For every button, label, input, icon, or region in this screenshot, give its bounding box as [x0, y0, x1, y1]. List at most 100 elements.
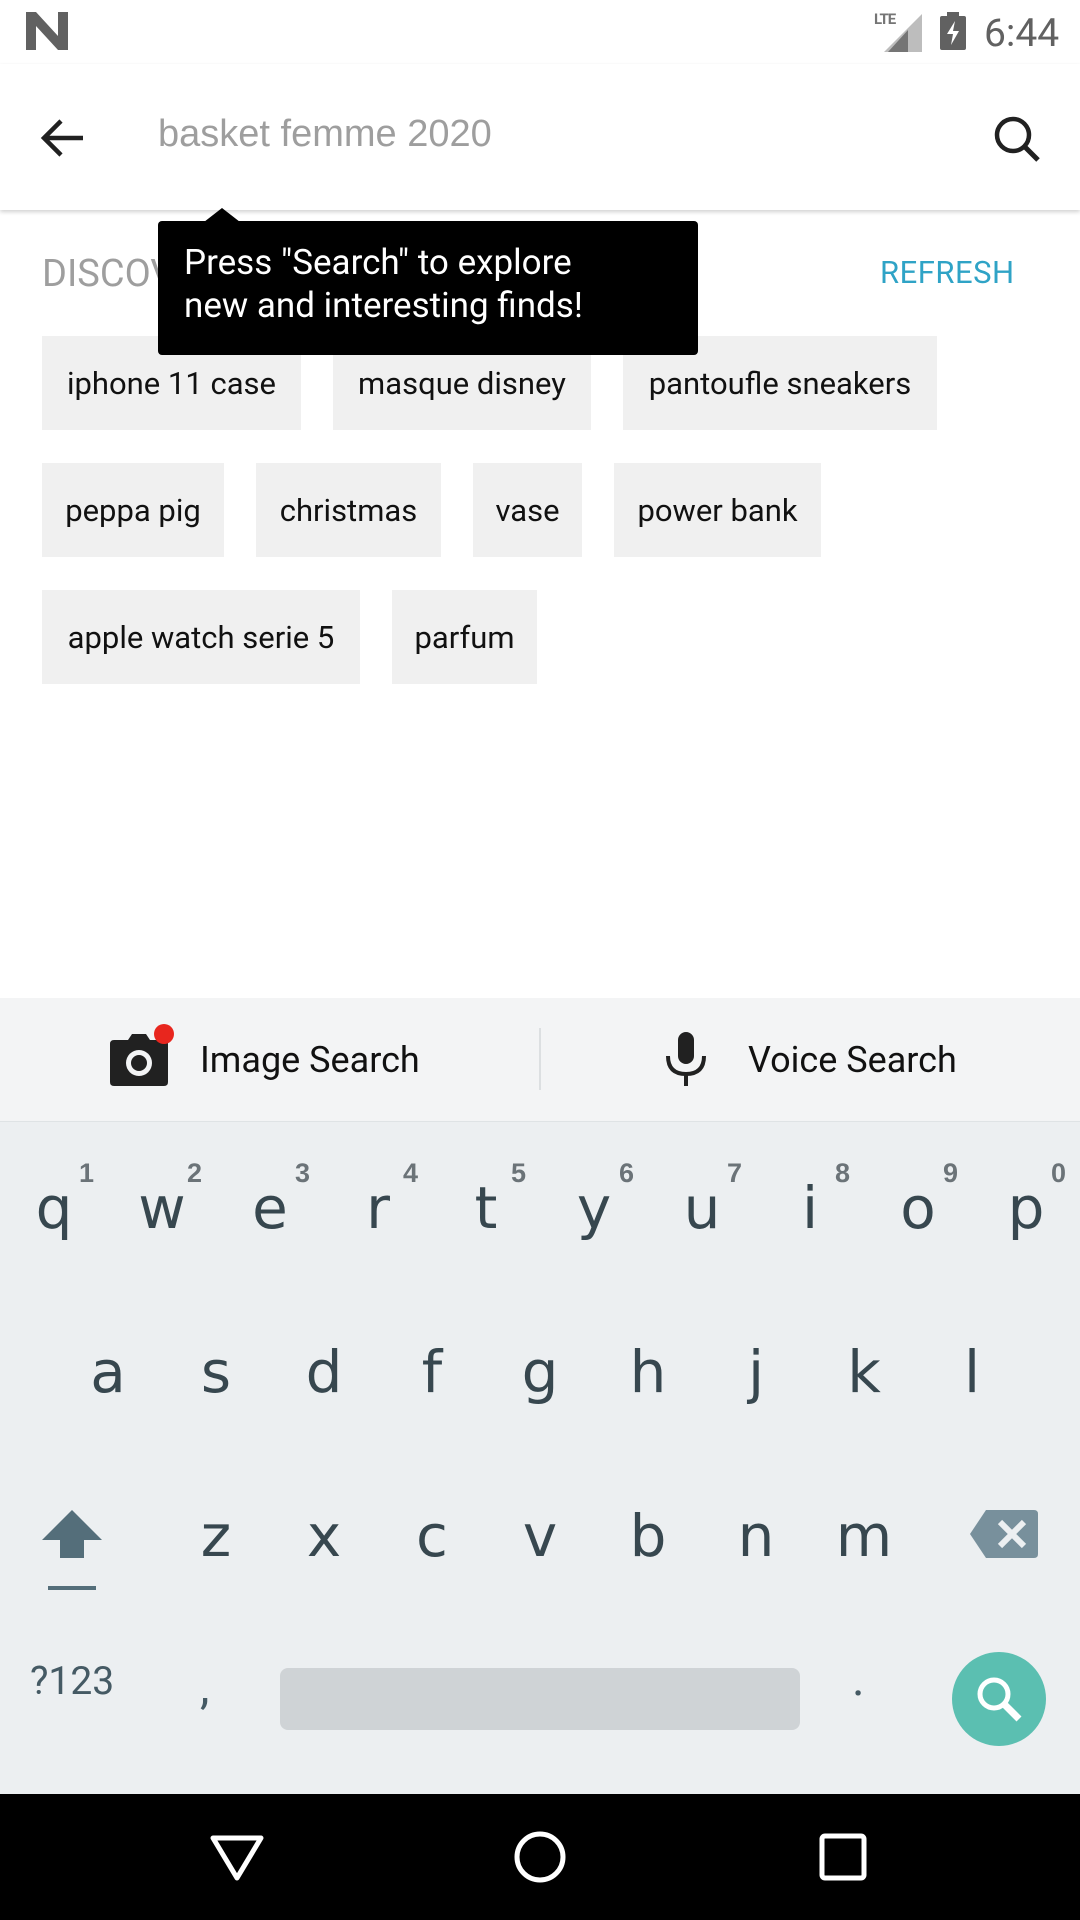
- key-label: o: [900, 1174, 936, 1242]
- space-key[interactable]: [280, 1668, 800, 1730]
- key-hint: 5: [510, 1158, 526, 1188]
- discover-chip[interactable]: parfum: [392, 590, 537, 684]
- status-bar: LTE 6:44: [0, 0, 1080, 64]
- shift-arrow-icon: [42, 1510, 102, 1590]
- key-k[interactable]: k: [814, 1312, 914, 1432]
- search-toolbar: [0, 64, 1080, 210]
- toolbar-divider: [539, 1028, 541, 1090]
- key-hint: 2: [186, 1158, 202, 1188]
- key-z[interactable]: z: [166, 1476, 266, 1596]
- discover-chip[interactable]: apple watch serie 5: [42, 590, 360, 684]
- backspace-key[interactable]: [968, 1506, 1040, 1562]
- key-label: u: [683, 1174, 721, 1242]
- key-d[interactable]: d: [274, 1312, 374, 1432]
- key-label: e: [252, 1174, 288, 1242]
- key-r[interactable]: 4r: [328, 1148, 428, 1268]
- key-a[interactable]: a: [58, 1312, 158, 1432]
- key-label: k: [847, 1338, 881, 1406]
- key-q[interactable]: 1q: [4, 1148, 104, 1268]
- refresh-button[interactable]: REFRESH: [880, 254, 1015, 291]
- search-icon: [977, 1677, 1022, 1722]
- comma-key[interactable]: ,: [200, 1658, 209, 1715]
- image-search-label: Image Search: [200, 1039, 420, 1081]
- key-label: p: [1007, 1174, 1045, 1242]
- soft-keyboard: Image Search Voice Search 1q 2w 3e 4r 5t…: [0, 998, 1080, 1794]
- key-w[interactable]: 2w: [112, 1148, 212, 1268]
- key-label: q: [35, 1174, 73, 1242]
- key-hint: 6: [618, 1158, 634, 1188]
- key-label: b: [629, 1502, 667, 1570]
- key-label: f: [421, 1338, 443, 1406]
- key-x[interactable]: x: [274, 1476, 374, 1596]
- key-label: h: [629, 1338, 667, 1406]
- key-hint: 3: [294, 1158, 310, 1188]
- key-label: x: [306, 1502, 342, 1570]
- tooltip-line: Press "Search" to explore: [184, 242, 572, 283]
- shift-key[interactable]: [36, 1498, 108, 1598]
- key-label: r: [366, 1174, 390, 1242]
- discover-chip[interactable]: peppa pig: [42, 463, 224, 557]
- key-g[interactable]: g: [490, 1312, 590, 1432]
- search-icon: [994, 116, 1040, 162]
- search-tooltip: Press "Search" to explore new and intere…: [158, 221, 698, 355]
- key-t[interactable]: 5t: [436, 1148, 536, 1268]
- tooltip-line: new and interesting finds!: [184, 285, 583, 326]
- key-label: z: [200, 1502, 232, 1570]
- back-button[interactable]: [30, 106, 94, 170]
- discover-chip[interactable]: vase: [473, 463, 582, 557]
- key-u[interactable]: 7u: [652, 1148, 752, 1268]
- key-o[interactable]: 9o: [868, 1148, 968, 1268]
- key-label: y: [576, 1174, 612, 1242]
- key-label: n: [737, 1502, 775, 1570]
- tooltip-arrow: [204, 208, 240, 222]
- key-c[interactable]: c: [382, 1476, 482, 1596]
- key-y[interactable]: 6y: [544, 1148, 644, 1268]
- enter-search-key[interactable]: [952, 1652, 1046, 1746]
- discover-chip[interactable]: power bank: [614, 463, 821, 557]
- key-n[interactable]: n: [706, 1476, 806, 1596]
- key-b[interactable]: b: [598, 1476, 698, 1596]
- voice-search-button[interactable]: Voice Search: [664, 998, 957, 1122]
- image-search-button[interactable]: Image Search: [110, 998, 420, 1122]
- notification-dot: [154, 1024, 174, 1044]
- key-l[interactable]: l: [922, 1312, 1022, 1432]
- key-m[interactable]: m: [814, 1476, 914, 1596]
- key-hint: 1: [78, 1158, 94, 1188]
- nav-back-button[interactable]: [204, 1824, 270, 1890]
- discover-chip[interactable]: christmas: [256, 463, 441, 557]
- nav-home-button[interactable]: [507, 1824, 573, 1890]
- search-input[interactable]: [158, 104, 958, 164]
- backspace-icon: [970, 1510, 1038, 1558]
- home-circle-icon: [514, 1831, 566, 1883]
- key-label: t: [474, 1174, 498, 1242]
- key-label: m: [835, 1502, 893, 1570]
- symbols-key[interactable]: ?123: [30, 1658, 114, 1704]
- voice-search-label: Voice Search: [748, 1039, 957, 1081]
- key-f[interactable]: f: [382, 1312, 482, 1432]
- android-n-logo-icon: [26, 12, 68, 50]
- key-label: s: [200, 1338, 232, 1406]
- key-label: w: [138, 1174, 186, 1242]
- nav-recents-button[interactable]: [810, 1824, 876, 1890]
- key-hint: 7: [726, 1158, 742, 1188]
- key-s[interactable]: s: [166, 1312, 266, 1432]
- key-h[interactable]: h: [598, 1312, 698, 1432]
- battery-charging-icon: [940, 12, 966, 50]
- key-hint: 0: [1050, 1158, 1066, 1188]
- key-i[interactable]: 8i: [760, 1148, 860, 1268]
- period-key[interactable]: .: [852, 1650, 865, 1707]
- key-j[interactable]: j: [706, 1312, 806, 1432]
- key-hint: 4: [402, 1158, 418, 1188]
- microphone-icon: [666, 1032, 706, 1086]
- search-button[interactable]: [984, 106, 1050, 172]
- key-label: g: [521, 1338, 559, 1406]
- clock: 6:44: [984, 10, 1060, 56]
- key-p[interactable]: 0p: [976, 1148, 1076, 1268]
- key-v[interactable]: v: [490, 1476, 590, 1596]
- cell-signal-icon: [884, 14, 922, 52]
- key-label: j: [747, 1338, 765, 1406]
- key-hint: 9: [942, 1158, 958, 1188]
- key-e[interactable]: 3e: [220, 1148, 320, 1268]
- navigation-bar: [0, 1794, 1080, 1920]
- back-triangle-icon: [210, 1835, 264, 1881]
